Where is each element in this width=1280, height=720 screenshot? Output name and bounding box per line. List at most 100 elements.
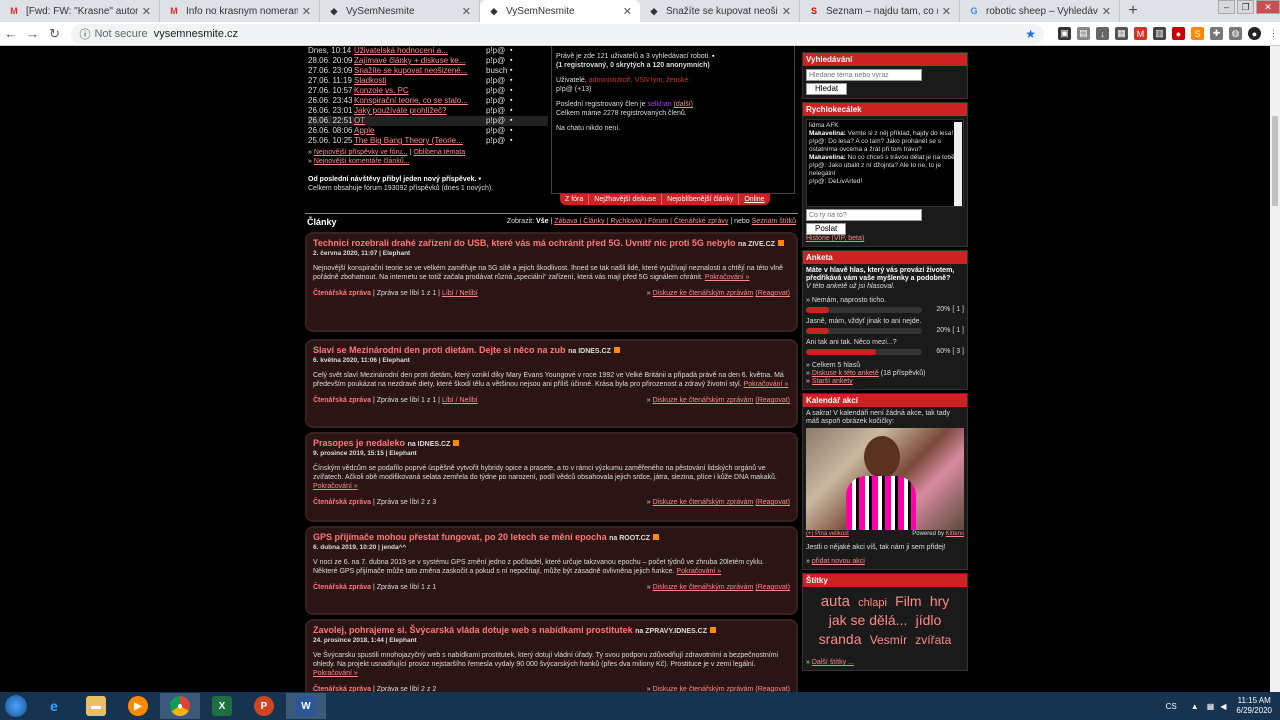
extension-icon[interactable]: ▥ (1153, 27, 1166, 40)
taskbar-powerpoint[interactable]: P (244, 693, 284, 719)
article-category[interactable]: Čtenářská zpráva (313, 584, 371, 591)
taskbar-media[interactable]: ▶ (118, 693, 158, 719)
discussion-link[interactable]: Diskuze ke čtenářským zprávám (653, 584, 754, 591)
post-author[interactable]: busch (486, 66, 510, 76)
gmail-extension-icon[interactable]: M (1134, 27, 1147, 40)
jump-to-post-icon[interactable]: ▪ (510, 116, 518, 126)
tag-link[interactable]: sranda (819, 631, 862, 647)
filter-all[interactable]: Vše (536, 218, 548, 225)
favorite-topics-link[interactable]: Oblíbená témata (413, 149, 465, 156)
jump-to-post-icon[interactable]: ▪ (510, 46, 518, 56)
browser-tab[interactable]: M Info no krasnym nomeram na a ✕ (160, 0, 320, 22)
last-member-name[interactable]: selkhan (647, 101, 671, 108)
post-author[interactable]: p!p@ (486, 136, 510, 146)
external-link-icon[interactable] (709, 627, 716, 633)
back-icon[interactable]: ← (0, 26, 22, 41)
post-topic-link[interactable]: Uživatelská hodnocení a... (354, 46, 486, 56)
post-topic-link[interactable]: Apple (354, 126, 486, 136)
taskbar-ie[interactable]: e (34, 693, 74, 719)
page-scrollbar[interactable] (1270, 46, 1280, 692)
tag-link[interactable]: jídlo (916, 612, 942, 628)
search-input[interactable] (806, 69, 922, 81)
tag-link[interactable]: zvířata (915, 633, 951, 647)
read-more-link[interactable]: Pokračování » (313, 670, 358, 677)
reply-link[interactable]: (Reagovat) (755, 584, 790, 591)
send-button[interactable]: Poslat (806, 223, 847, 235)
close-tab-icon[interactable]: ✕ (302, 5, 311, 18)
post-author[interactable]: p!p@ (486, 106, 510, 116)
jump-to-post-icon[interactable]: ▪ (510, 136, 518, 146)
url-text[interactable]: vysemnesmite.cz (154, 28, 238, 40)
download-icon[interactable]: ↓ (1096, 27, 1109, 40)
taskbar-explorer[interactable]: ▬ (76, 693, 116, 719)
browser-tab[interactable]: ◆ VySemNesmite ✕ (480, 0, 640, 22)
jump-to-post-icon[interactable]: ▪ (510, 126, 518, 136)
bookmark-star-icon[interactable]: ★ (1025, 27, 1036, 41)
filter-links[interactable]: Zábava | Články | Rychlovky | Fórum | Čt… (554, 218, 728, 225)
post-author[interactable]: p!p@ (486, 86, 510, 96)
external-link-icon[interactable] (613, 347, 620, 353)
kittens-link[interactable]: Kittens (946, 531, 964, 537)
reply-link[interactable]: (Reagovat) (755, 499, 790, 506)
kitten-photo[interactable] (806, 428, 964, 530)
chat-scrollbar[interactable] (954, 122, 962, 206)
close-tab-icon[interactable]: ✕ (623, 5, 632, 18)
url-field[interactable]: ⓘ Not secure vysemnesmite.cz ★ (71, 23, 1044, 44)
shoutbox-input[interactable] (806, 209, 922, 221)
info-icon[interactable]: ⓘ (79, 26, 90, 42)
like-vote-link[interactable]: Líbí / Nelíbí (442, 290, 478, 297)
extension-icon[interactable]: ● (1172, 27, 1185, 40)
post-author[interactable]: p!p@ (486, 46, 510, 56)
add-event-link[interactable]: přidat novou akci (812, 558, 865, 565)
profile-avatar[interactable]: ● (1248, 27, 1261, 40)
jump-to-post-icon[interactable]: ▪ (510, 66, 518, 76)
discussion-link[interactable]: Diskuze ke čtenářským zprávám (653, 290, 754, 297)
read-more-link[interactable]: Pokračování » (744, 381, 789, 388)
like-vote-link[interactable]: Líbí / Nelíbí (442, 397, 478, 404)
jump-to-post-icon[interactable]: ▪ (510, 56, 518, 66)
taskbar-chrome[interactable]: ● (160, 693, 200, 719)
post-author[interactable]: p!p@ (486, 96, 510, 106)
online-tab[interactable]: Z fóra (560, 194, 590, 205)
browser-tab[interactable]: S Seznam – najdu tam, co neznám ✕ (800, 0, 960, 22)
extension-icon[interactable]: ▦ (1115, 27, 1128, 40)
tag-link[interactable]: jak se dělá... (829, 612, 908, 628)
article-title[interactable]: Slaví se Mezinárodní den proti dietám. D… (313, 345, 566, 355)
post-topic-link[interactable]: Sladkosti (354, 76, 486, 86)
browser-tab[interactable]: ◆ VySemNesmite ✕ (320, 0, 480, 22)
close-tab-icon[interactable]: ✕ (782, 5, 791, 18)
reply-link[interactable]: (Reagovat) (755, 290, 790, 297)
reload-icon[interactable]: ↻ (44, 26, 66, 42)
article-category[interactable]: Čtenářská zpráva (313, 499, 371, 506)
read-more-link[interactable]: Pokračování » (676, 568, 721, 575)
taskbar-word[interactable]: W (286, 693, 326, 719)
clock[interactable]: 11:15 AM 6/29/2020 (1236, 696, 1272, 716)
newest-comments-link[interactable]: Nejnovější komentáře článků... (314, 158, 410, 165)
discussion-link[interactable]: Diskuze ke čtenářským zprávám (653, 499, 754, 506)
online-tab[interactable]: Nejžhavější diskuse (589, 194, 663, 205)
close-tab-icon[interactable]: ✕ (1102, 5, 1111, 18)
full-size-link[interactable]: (+) Plná velikost (806, 530, 849, 538)
tag-link[interactable]: hry (930, 593, 949, 609)
post-author[interactable]: p!p@ (486, 56, 510, 66)
discussion-link[interactable]: Diskuze ke čtenářským zprávám (653, 397, 754, 404)
post-author[interactable]: p!p@ (486, 126, 510, 136)
start-button[interactable] (0, 692, 32, 720)
article-category[interactable]: Čtenářská zpráva (313, 397, 371, 404)
network-icon[interactable]: ▦ (1207, 702, 1215, 711)
close-tab-icon[interactable]: ✕ (462, 5, 471, 18)
browser-tab[interactable]: Grobotic sheep – Vyhledávání Goo ✕ (960, 0, 1120, 22)
external-link-icon[interactable] (453, 440, 460, 446)
volume-icon[interactable]: ◀ (1220, 702, 1226, 711)
post-topic-link[interactable]: Konspirační teorie, co se stalo... (354, 96, 486, 106)
browser-tab[interactable]: ◆ Snažíte se kupovat neošizené po ✕ (640, 0, 800, 22)
close-tab-icon[interactable]: ✕ (142, 5, 151, 18)
newest-posts-link[interactable]: Nejnovější příspěvky ve fóru... (314, 149, 408, 156)
tag-link[interactable]: auta (821, 593, 850, 610)
jump-to-post-icon[interactable]: ▪ (510, 106, 518, 116)
post-author[interactable]: p!p@ (486, 76, 510, 86)
jump-to-post-icon[interactable]: ▪ (510, 76, 518, 86)
article-title[interactable]: GPS přijímače mohou přestat fungovat, po… (313, 532, 607, 542)
jump-to-post-icon[interactable]: ▪ (510, 96, 518, 106)
chat-history-link[interactable]: Historie (VIP, beta) (806, 235, 864, 242)
